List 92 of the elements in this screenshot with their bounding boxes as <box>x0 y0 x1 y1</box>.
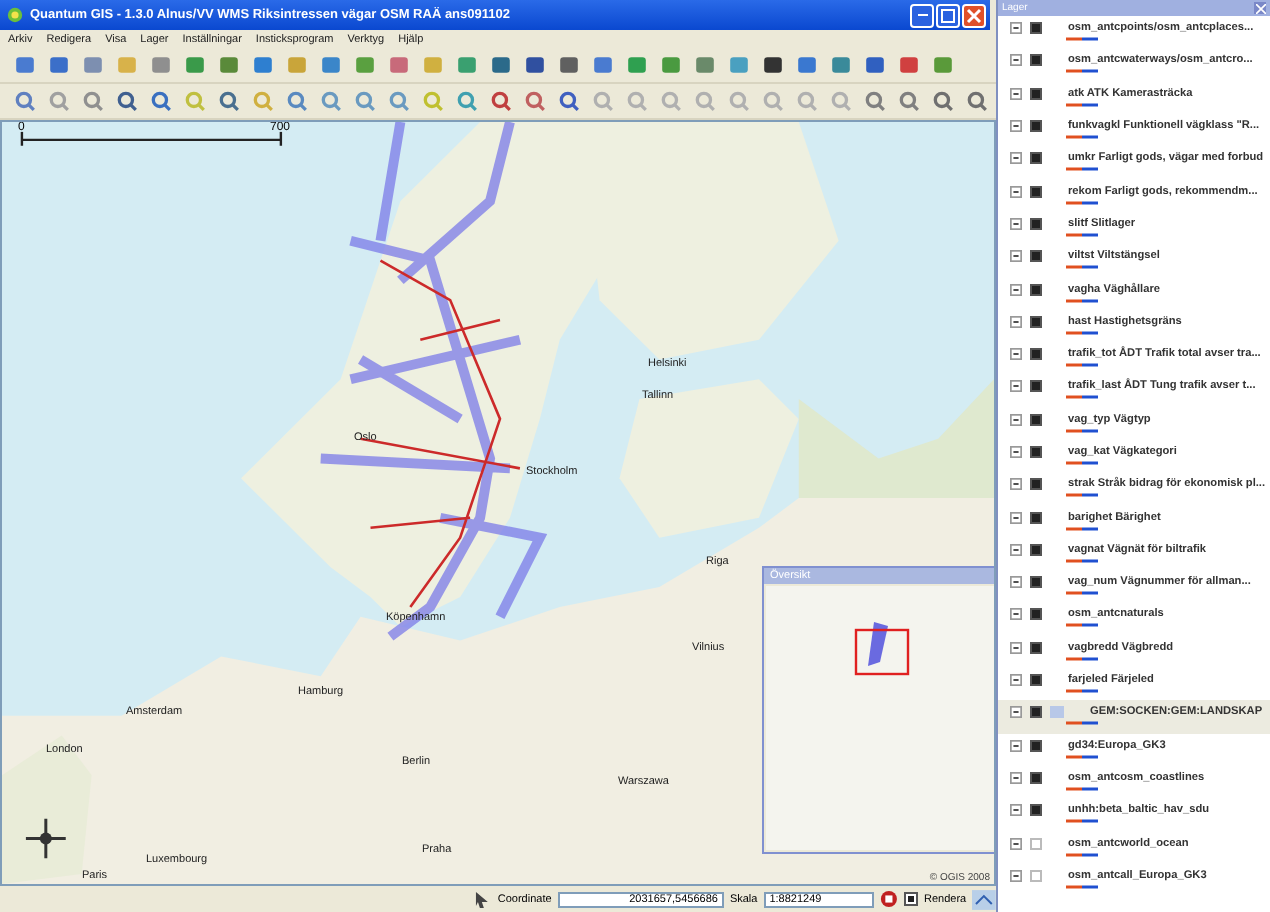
layer-checkbox[interactable] <box>1030 478 1042 491</box>
layer-checkbox[interactable] <box>1030 250 1042 263</box>
collapse-icon[interactable] <box>1010 576 1022 589</box>
layer-checkbox[interactable] <box>1030 543 1042 556</box>
collapse-icon[interactable] <box>1010 869 1022 882</box>
line-symbol-icon <box>1066 655 1098 662</box>
collapse-icon[interactable] <box>1010 185 1022 198</box>
line-symbol-icon <box>1066 818 1098 825</box>
line-symbol-icon <box>1066 134 1098 141</box>
line-symbol-icon <box>1066 557 1098 564</box>
layer-checkbox[interactable] <box>1030 152 1042 165</box>
layer-checkbox[interactable] <box>1030 217 1042 230</box>
collapse-icon[interactable] <box>1010 837 1022 850</box>
collapse-icon[interactable] <box>1010 22 1022 35</box>
collapse-icon[interactable] <box>1010 413 1022 426</box>
layer-checkbox[interactable] <box>1030 641 1042 654</box>
layer-checkbox[interactable] <box>1030 413 1042 426</box>
collapse-icon[interactable] <box>1010 152 1022 165</box>
collapse-icon[interactable] <box>1010 771 1022 784</box>
layer-checkbox[interactable] <box>1030 120 1042 133</box>
line-symbol-icon <box>1066 329 1098 336</box>
maximize-button[interactable] <box>936 3 960 27</box>
stop-icon[interactable] <box>880 890 899 908</box>
layer-checkbox[interactable] <box>1030 837 1042 850</box>
line-symbol-icon <box>1066 590 1098 597</box>
line-symbol-icon <box>1066 785 1098 792</box>
line-symbol-icon <box>1066 883 1098 890</box>
collapse-icon[interactable] <box>1010 380 1022 393</box>
collapse-icon[interactable] <box>1010 674 1022 687</box>
layer-checkbox[interactable] <box>1030 283 1042 296</box>
layer-checkbox[interactable] <box>1030 608 1042 621</box>
line-symbol-icon <box>1066 101 1098 108</box>
line-symbol-icon <box>1066 199 1098 206</box>
line-symbol-icon <box>1066 720 1098 727</box>
line-symbol-icon <box>1066 362 1098 369</box>
collapse-icon[interactable] <box>1010 250 1022 263</box>
line-symbol-icon <box>1066 297 1098 304</box>
line-symbol-icon <box>1066 688 1098 695</box>
minimize-button[interactable] <box>910 3 934 27</box>
line-symbol-icon <box>1066 68 1098 75</box>
line-symbol-icon <box>1066 492 1098 499</box>
collapse-icon[interactable] <box>1010 54 1022 67</box>
fill-swatch-icon <box>1050 706 1064 719</box>
collapse-icon[interactable] <box>1010 217 1022 230</box>
line-symbol-icon <box>1066 166 1098 173</box>
line-symbol-icon <box>1066 231 1098 238</box>
collapse-icon[interactable] <box>1010 478 1022 491</box>
collapse-icon[interactable] <box>1010 348 1022 361</box>
collapse-icon[interactable] <box>1010 446 1022 458</box>
layer-checkbox[interactable] <box>1030 706 1042 719</box>
layer-checkbox[interactable] <box>1030 511 1042 524</box>
collapse-icon[interactable] <box>1010 706 1022 719</box>
line-symbol-icon <box>1066 394 1098 401</box>
line-symbol-icon <box>1066 427 1098 434</box>
collapse-icon[interactable] <box>1010 87 1022 100</box>
collapse-icon[interactable] <box>1010 804 1022 817</box>
line-symbol-icon <box>1066 753 1098 760</box>
collapse-icon[interactable] <box>1010 315 1022 328</box>
layer-checkbox[interactable] <box>1030 87 1042 100</box>
close-button[interactable] <box>1254 2 1266 14</box>
collapse-icon[interactable] <box>1010 283 1022 296</box>
collapse-icon[interactable] <box>1010 511 1022 524</box>
layer-checkbox[interactable] <box>1030 674 1042 687</box>
layer-checkbox[interactable] <box>1030 380 1042 393</box>
collapse-icon[interactable] <box>1010 641 1022 654</box>
line-symbol-icon <box>1066 264 1098 271</box>
close-button[interactable] <box>962 3 986 27</box>
line-symbol-icon <box>1066 851 1098 858</box>
line-symbol-icon <box>1066 622 1098 629</box>
layer-checkbox[interactable] <box>1030 348 1042 361</box>
layer-checkbox[interactable] <box>1030 22 1042 35</box>
layer-checkbox[interactable] <box>1030 185 1042 198</box>
layer-checkbox[interactable] <box>1030 771 1042 784</box>
pointer-icon <box>472 889 492 909</box>
layer-checkbox[interactable] <box>1030 869 1042 882</box>
collapse-icon[interactable] <box>1010 543 1022 556</box>
layer-checkbox[interactable] <box>1030 804 1042 817</box>
collapse-icon[interactable] <box>1010 608 1022 621</box>
layer-checkbox[interactable] <box>1030 315 1042 328</box>
overview-extent-drawing <box>854 620 910 676</box>
collapse-icon[interactable] <box>1010 739 1022 752</box>
line-symbol-icon <box>1066 36 1098 43</box>
render-checkbox[interactable] <box>904 892 919 906</box>
line-symbol-icon <box>1066 460 1098 466</box>
layer-checkbox[interactable] <box>1030 446 1042 458</box>
layer-checkbox[interactable] <box>1030 739 1042 752</box>
layer-checkbox[interactable] <box>1030 576 1042 589</box>
line-symbol-icon <box>1066 525 1098 532</box>
collapse-icon[interactable] <box>1010 120 1022 133</box>
layer-checkbox[interactable] <box>1030 54 1042 67</box>
minimize-icon <box>917 13 927 17</box>
app-logo-icon <box>6 6 24 24</box>
